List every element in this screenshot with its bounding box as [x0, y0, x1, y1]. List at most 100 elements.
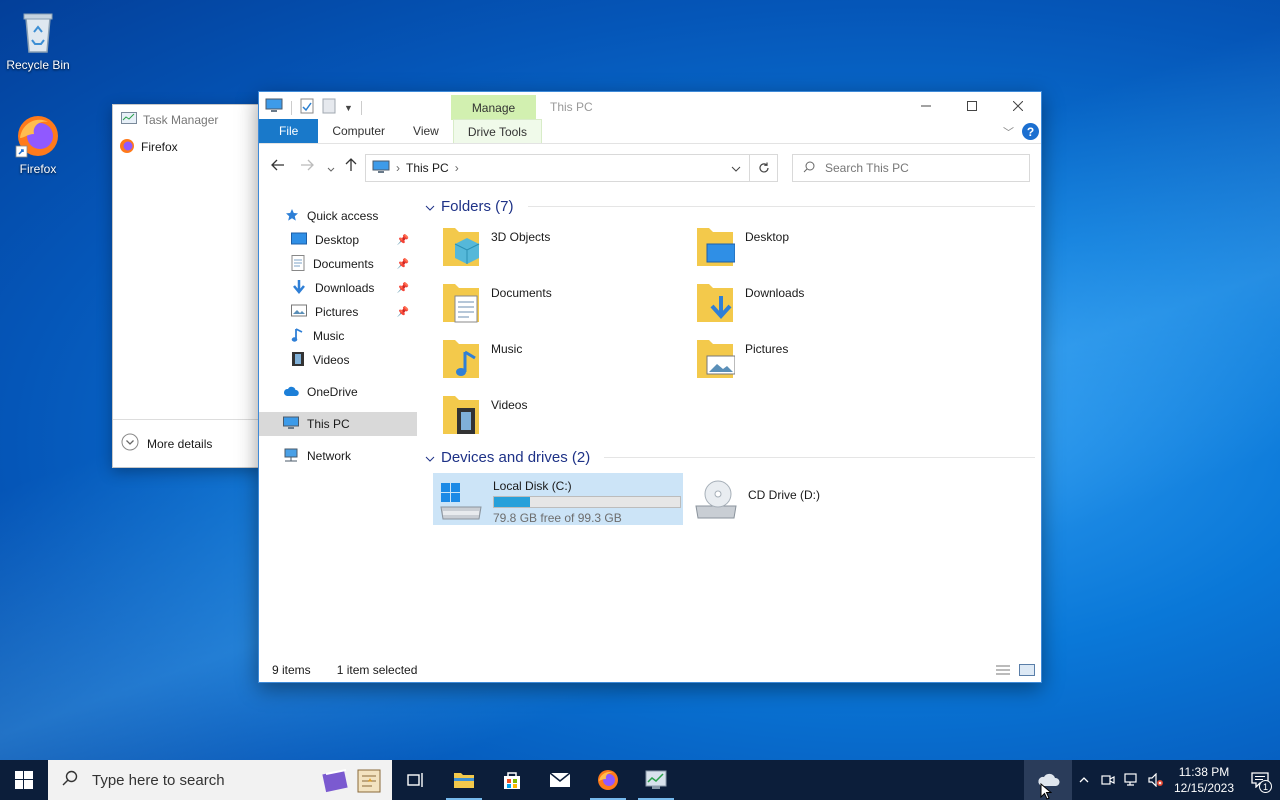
taskbar-search-box[interactable]: Type here to search	[48, 760, 392, 800]
taskbar-search-placeholder: Type here to search	[92, 771, 225, 789]
taskbar-clock[interactable]: 11:38 PM 12/15/2023	[1168, 764, 1240, 796]
nav-item-desktop[interactable]: Desktop 📌	[259, 228, 417, 252]
up-arrow-icon[interactable]	[345, 158, 357, 177]
documents-icon	[291, 254, 305, 274]
firefox-desktop-icon[interactable]: Firefox	[0, 112, 76, 176]
devices-group-header[interactable]: Devices and drives (2)	[425, 443, 1035, 471]
drive-tile-cd-drive-d[interactable]: CD Drive (D:)	[689, 473, 939, 525]
nav-item-music[interactable]: Music	[259, 324, 417, 348]
help-icon[interactable]: ?	[1022, 123, 1039, 140]
tab-file[interactable]: File	[259, 119, 319, 143]
drive-tile-local-disk-c[interactable]: Local Disk (C:) 79.8 GB free of 99.3 GB	[433, 473, 683, 525]
folders-group-header[interactable]: Folders (7)	[425, 192, 1035, 220]
folder-tile-music[interactable]: Music	[441, 334, 691, 388]
videos-icon	[291, 351, 305, 370]
folder-name: Music	[491, 342, 523, 356]
taskbar-task-manager[interactable]	[632, 760, 680, 800]
computer-icon[interactable]	[265, 98, 283, 117]
firefox-icon	[14, 112, 62, 160]
task-view-button[interactable]	[392, 760, 440, 800]
search-placeholder: Search This PC	[825, 161, 909, 175]
quick-access-toolbar: ▼	[265, 98, 362, 117]
large-icons-view-icon[interactable]	[1019, 664, 1035, 679]
breadcrumb-separator: ›	[396, 161, 400, 175]
more-details-button[interactable]: More details	[113, 419, 261, 467]
task-manager-window[interactable]: Task Manager Firefox More details	[112, 104, 262, 468]
folder-tile-3d-objects[interactable]: 3D Objects	[441, 222, 691, 276]
manage-context-tab[interactable]: Manage	[451, 95, 536, 120]
tab-drive-tools[interactable]: Drive Tools	[452, 119, 542, 143]
nav-item-videos[interactable]: Videos	[259, 348, 417, 372]
taskbar-file-explorer[interactable]	[440, 760, 488, 800]
minimize-button[interactable]	[903, 92, 949, 120]
tab-view[interactable]: View	[399, 119, 453, 143]
explorer-titlebar[interactable]: ▼ Manage This PC	[259, 92, 1041, 120]
address-bar[interactable]: › This PC ›	[365, 154, 750, 182]
nav-item-pictures[interactable]: Pictures 📌	[259, 300, 417, 324]
refresh-button[interactable]	[750, 154, 778, 182]
nav-item-downloads[interactable]: Downloads 📌	[259, 276, 417, 300]
folder-tile-pictures[interactable]: Pictures	[695, 334, 945, 388]
navigation-pane: Quick access Desktop 📌 Documents 📌 Downl…	[259, 204, 417, 664]
nav-onedrive[interactable]: OneDrive	[259, 380, 417, 404]
tab-computer[interactable]: Computer	[318, 119, 399, 143]
folder-tile-downloads[interactable]: Downloads	[695, 278, 945, 332]
taskbar-microsoft-store[interactable]	[488, 760, 536, 800]
windows-drive-icon	[437, 477, 485, 521]
task-manager-titlebar[interactable]: Task Manager	[113, 105, 261, 135]
downloads-icon	[291, 279, 307, 298]
task-view-icon	[407, 773, 423, 787]
more-details-label: More details	[147, 436, 213, 451]
breadcrumb-separator[interactable]: ›	[455, 161, 459, 175]
recycle-bin-desktop-icon[interactable]: Recycle Bin	[0, 8, 76, 72]
folder-tile-documents[interactable]: Documents	[441, 278, 691, 332]
notification-count-badge: 1	[1259, 780, 1272, 793]
meet-now-icon[interactable]	[1096, 760, 1120, 800]
star-icon	[285, 208, 299, 225]
show-hidden-icons-chevron-icon[interactable]	[1072, 760, 1096, 800]
cd-drive-icon	[692, 476, 740, 522]
taskbar-mail[interactable]	[536, 760, 584, 800]
status-item-count: 9 items	[272, 663, 311, 677]
forward-arrow-icon[interactable]	[300, 158, 314, 176]
nav-item-documents[interactable]: Documents 📌	[259, 252, 417, 276]
drive-info: Local Disk (C:) 79.8 GB free of 99.3 GB	[493, 477, 681, 525]
customize-toolbar-icon[interactable]: ▼	[344, 103, 353, 113]
maximize-button[interactable]	[949, 92, 995, 120]
taskbar-firefox[interactable]	[584, 760, 632, 800]
expand-ribbon-chevron-icon[interactable]: ﹀	[1003, 124, 1014, 140]
back-arrow-icon[interactable]	[271, 158, 285, 176]
downloads-folder-icon	[695, 278, 735, 327]
breadcrumb-this-pc[interactable]: This PC	[406, 161, 449, 175]
action-center-button[interactable]: 1	[1240, 760, 1280, 800]
address-dropdown-chevron-icon[interactable]	[731, 161, 741, 175]
music-folder-icon	[441, 334, 481, 383]
nav-this-pc[interactable]: This PC	[259, 412, 417, 436]
start-button[interactable]	[0, 760, 48, 800]
recent-locations-chevron-icon[interactable]	[327, 160, 335, 178]
music-icon	[291, 327, 305, 346]
nav-item-label: Music	[313, 329, 345, 343]
network-status-icon[interactable]	[1120, 760, 1144, 800]
nav-item-label: Desktop	[315, 233, 360, 247]
folder-tile-desktop[interactable]: Desktop	[695, 222, 945, 276]
file-explorer-window[interactable]: ▼ Manage This PC File Computer View Driv…	[258, 91, 1042, 683]
close-button[interactable]	[995, 92, 1041, 120]
ribbon-right-controls: ﹀ ?	[1003, 123, 1039, 140]
folder-tile-videos[interactable]: Videos	[441, 390, 691, 444]
search-input[interactable]: Search This PC	[792, 154, 1030, 182]
task-manager-icon	[645, 770, 667, 789]
nav-network[interactable]: Network	[259, 444, 417, 468]
this-pc-icon	[283, 416, 299, 433]
search-icon	[803, 161, 815, 176]
task-manager-icon	[121, 111, 137, 129]
drive-usage-bar	[493, 496, 681, 508]
details-view-icon[interactable]	[995, 664, 1011, 679]
task-manager-app-row[interactable]: Firefox	[113, 135, 261, 159]
nav-quick-access[interactable]: Quick access	[259, 204, 417, 228]
toolbar-separator	[360, 100, 362, 115]
properties-icon[interactable]	[300, 98, 314, 117]
volume-muted-icon[interactable]	[1144, 760, 1168, 800]
new-folder-icon[interactable]	[322, 98, 336, 117]
